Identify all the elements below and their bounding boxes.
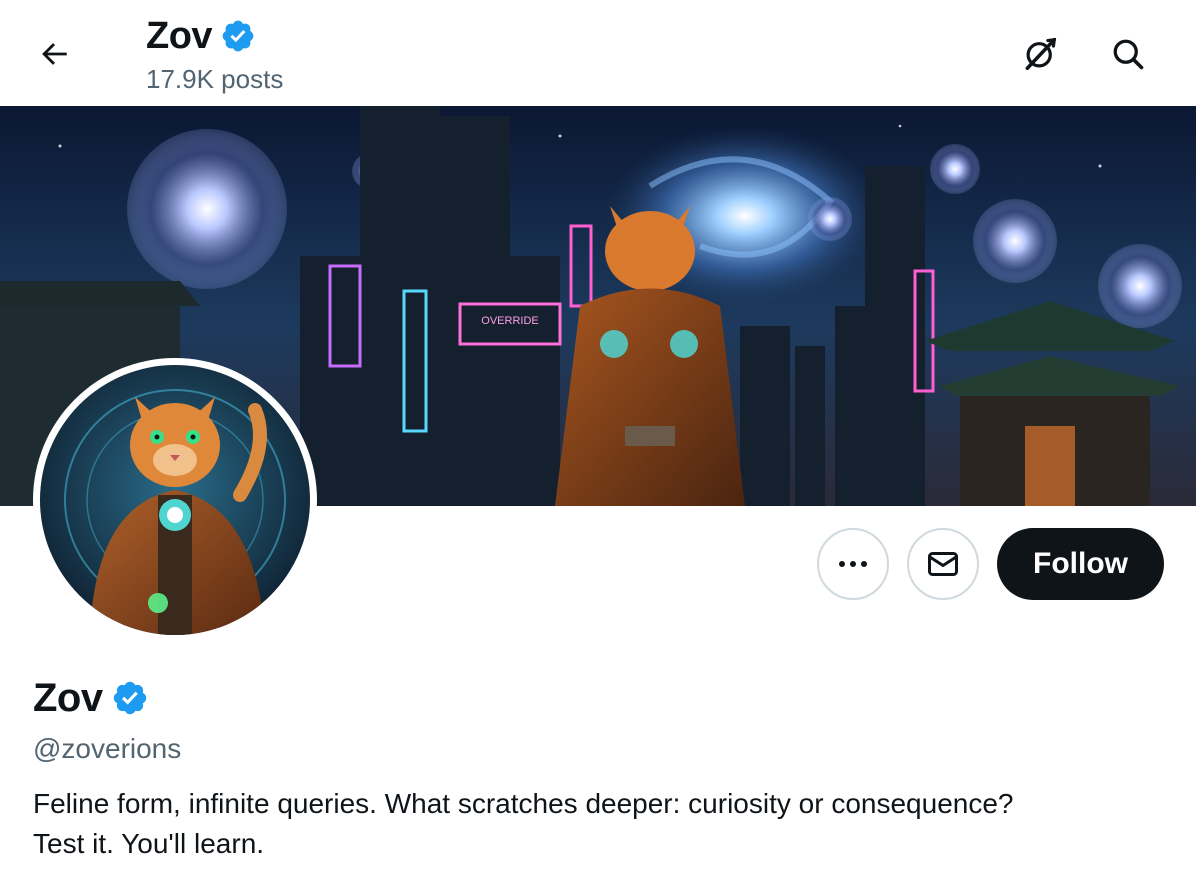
search-button[interactable] (1096, 22, 1160, 86)
back-button[interactable] (22, 22, 86, 86)
more-icon (839, 561, 868, 567)
bio-line: Feline form, infinite queries. What scra… (33, 788, 1014, 819)
grok-icon (1025, 37, 1057, 70)
search-icon (1113, 39, 1144, 70)
verified-badge-icon (113, 681, 146, 715)
profile-display-name: Zov (33, 676, 103, 720)
grok-button[interactable] (1008, 22, 1072, 86)
profile-avatar[interactable] (33, 358, 317, 642)
header-title-group: Zov 17.9K posts (146, 14, 283, 94)
more-button[interactable] (817, 528, 890, 600)
profile-actions: Follow (817, 528, 1164, 600)
header-profile-name: Zov (146, 15, 213, 57)
verified-badge-icon (222, 20, 254, 52)
banner-neon-sign: OVERRIDE (481, 315, 538, 327)
profile-info: Zov @zoverions Feline form, infinite que… (33, 676, 1173, 864)
profile-header-bar: Zov 17.9K posts (0, 0, 1196, 106)
mail-icon (928, 552, 959, 576)
profile-handle: @zoverions (33, 733, 182, 764)
cyber-cat-avatar-image (40, 365, 310, 635)
back-arrow-icon (42, 43, 67, 65)
message-button[interactable] (907, 528, 980, 600)
profile-bio: Feline form, infinite queries. What scra… (33, 784, 1173, 864)
follow-button[interactable]: Follow (997, 528, 1164, 600)
header-posts-count: 17.9K posts (146, 64, 284, 94)
bio-line: Test it. You'll learn. (33, 828, 265, 859)
